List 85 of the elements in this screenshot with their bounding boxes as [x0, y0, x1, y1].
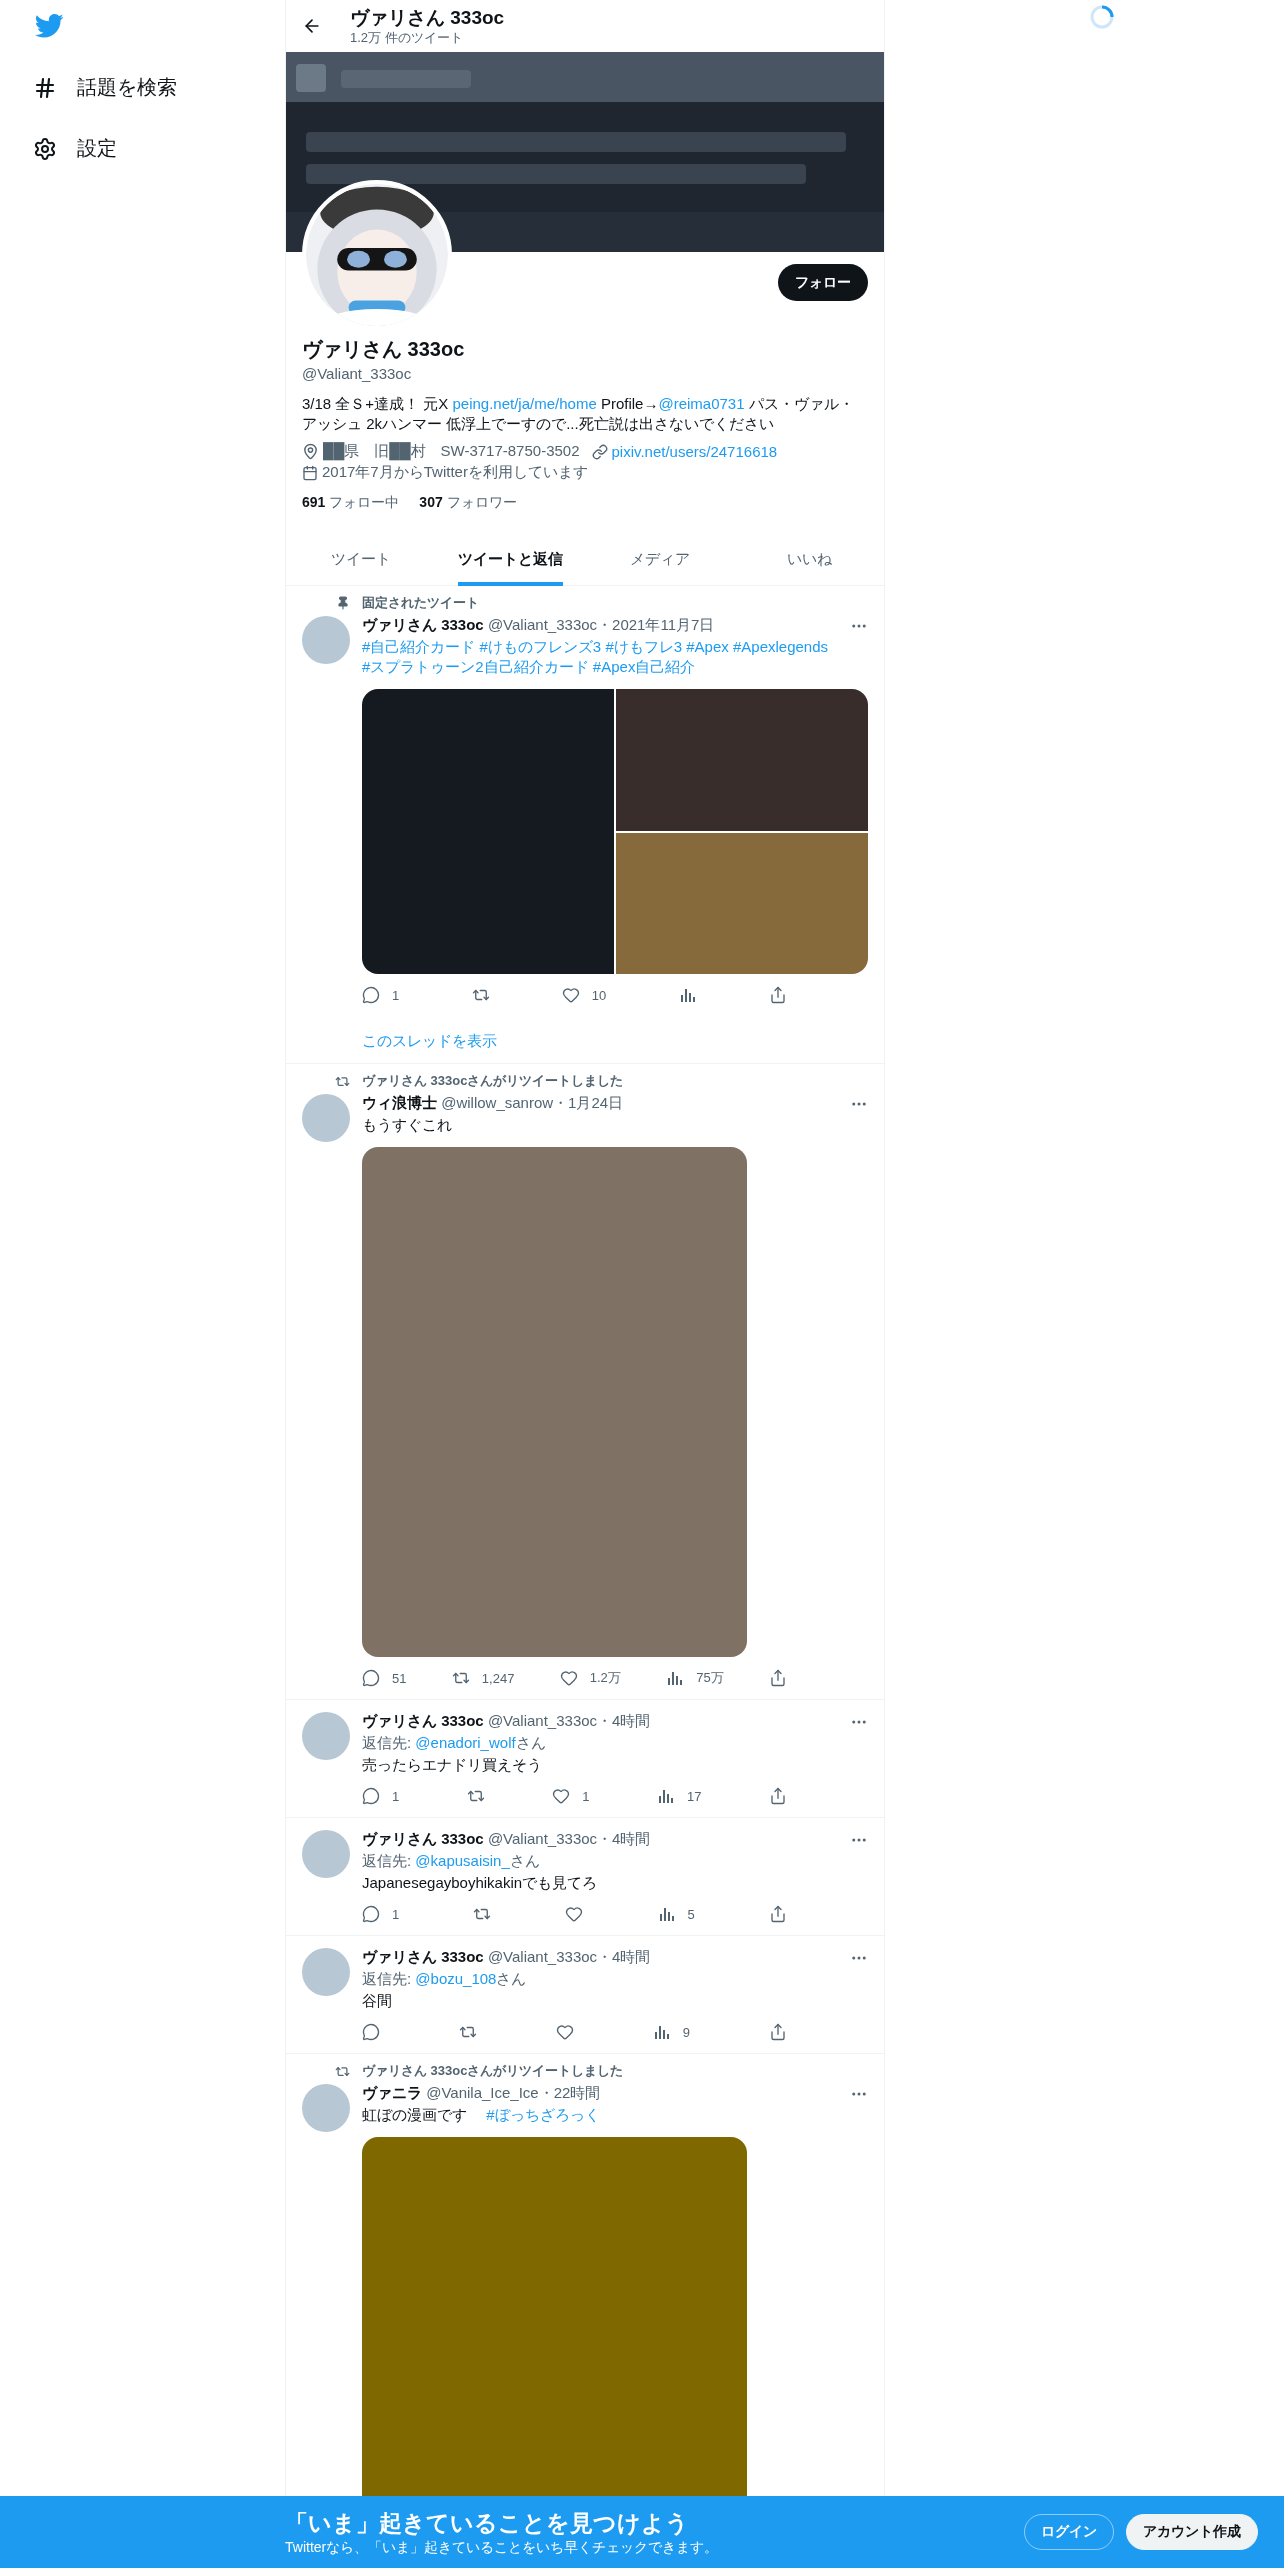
- hashtag-icon: [33, 75, 57, 100]
- tweet-text: もうすぐこれ: [362, 1115, 453, 1135]
- heart-icon: [561, 986, 580, 1004]
- reply-to: 返信先: @enadori_wolfさん: [362, 1733, 547, 1753]
- banner-subtitle: Twitterなら、「いま」起きていることをいち早くチェックできます。: [285, 2538, 720, 2557]
- tweet-text: 売ったらエナドリ買えそう: [362, 1755, 543, 1775]
- share-button[interactable]: [768, 986, 787, 1004]
- share-button[interactable]: [769, 1787, 787, 1805]
- views-button[interactable]: 75万: [666, 1669, 724, 1687]
- tweet-author[interactable]: ヴァリさん 333oc @Valiant_333oc・4時間: [362, 1712, 651, 1731]
- views-button[interactable]: 5: [657, 1905, 695, 1923]
- tweet-text: 谷間: [362, 1991, 393, 2011]
- profile-handle: @Valiant_333oc: [302, 365, 413, 382]
- tweet-count: 1.2万 件のツイート: [350, 28, 464, 47]
- reply-icon: [362, 986, 380, 1004]
- share-button[interactable]: [769, 1669, 787, 1687]
- follow-button[interactable]: フォロー: [778, 264, 868, 301]
- reply-icon: [362, 2023, 380, 2041]
- reply-button[interactable]: [362, 2023, 380, 2041]
- reply-button[interactable]: 51: [362, 1669, 407, 1687]
- reply-icon: [362, 1669, 380, 1687]
- reply-to: 返信先: @kapusaisin_さん: [362, 1851, 541, 1871]
- profile-tab[interactable]: メディア: [585, 532, 735, 585]
- views-button[interactable]: 9: [652, 2023, 691, 2041]
- tweet-text: Japanesegayboyhikakinでも見てろ: [362, 1873, 599, 1893]
- views-icon: [657, 1787, 675, 1805]
- loading-spinner: [1089, 4, 1115, 30]
- views-icon: [678, 986, 697, 1004]
- profile-name: ヴァリさん 333oc: [302, 337, 466, 362]
- join-date: 2017年7月からTwitterを利用しています: [322, 463, 588, 482]
- tweet-author[interactable]: ウィ浪博士 @willow_sanrow・1月24日: [362, 1094, 624, 1113]
- banner-title: 「いま」起きていることを見つけよう: [285, 2508, 690, 2538]
- tweet-context: ヴァリさん 333ocさんがリツイートしました: [362, 1072, 625, 1090]
- followers-count[interactable]: 307 フォロワー: [419, 494, 517, 512]
- heart-icon: [552, 1787, 571, 1805]
- share-icon: [769, 1787, 787, 1805]
- profile-tab[interactable]: ツイート: [286, 532, 436, 585]
- pin-icon: [336, 596, 350, 610]
- tweet-text: 虹ぼの漫画です #ぼっちざろっく: [362, 2105, 601, 2125]
- tweet-author[interactable]: ヴァリさん 333oc @Valiant_333oc・2021年11月7日: [362, 616, 715, 635]
- like-button[interactable]: [565, 1905, 584, 1923]
- location-icon: [302, 443, 319, 460]
- reply-button[interactable]: 1: [362, 1905, 400, 1923]
- views-button[interactable]: [678, 986, 697, 1004]
- reply-icon: [362, 1905, 380, 1923]
- share-icon: [769, 1669, 787, 1687]
- following-count[interactable]: 691 フォロー中: [302, 494, 400, 512]
- tweet-author[interactable]: ヴァリさん 333oc @Valiant_333oc・4時間: [362, 1948, 651, 1967]
- calendar-icon: [302, 464, 318, 481]
- share-icon: [769, 2023, 787, 2041]
- views-icon: [652, 2023, 671, 2041]
- link-icon: [591, 443, 608, 460]
- reply-icon: [362, 1787, 380, 1805]
- tweet-author[interactable]: ヴァニラ @Vanila_Ice_Ice・22時間: [362, 2084, 601, 2103]
- tweet-context: 固定されたツイート: [362, 594, 480, 612]
- tweet-context: ヴァリさん 333ocさんがリツイートしました: [362, 2062, 625, 2080]
- profile-tab[interactable]: いいね: [734, 532, 884, 585]
- share-button[interactable]: [768, 1905, 787, 1923]
- like-button[interactable]: 10: [561, 986, 607, 1004]
- profile-tab[interactable]: ツイートと返信: [435, 532, 585, 585]
- like-button[interactable]: [555, 2023, 574, 2041]
- share-icon: [768, 986, 787, 1004]
- reply-to: 返信先: @bozu_108さん: [362, 1969, 528, 1989]
- heart-icon: [559, 1669, 578, 1687]
- heart-icon: [565, 1905, 584, 1923]
- page-title: ヴァリさん 333oc: [350, 5, 505, 29]
- sidebar-item[interactable]: 設定: [33, 121, 117, 176]
- share-button[interactable]: [769, 2023, 787, 2041]
- reply-button[interactable]: 1: [362, 986, 400, 1004]
- heart-icon: [555, 2023, 574, 2041]
- settings-icon: [33, 136, 57, 161]
- tweet-author[interactable]: ヴァリさん 333oc @Valiant_333oc・4時間: [362, 1830, 651, 1849]
- location: ██県 旧██村 SW-3717-8750-3502: [323, 442, 580, 461]
- profile-bio: 3/18 全Ｓ+達成！ 元X peing.net/ja/me/home Profile→@reima0731 パス・ヴァル・アッシュ 2kハンマー 低浮上でーすので...死亡説は出さないでください: [302, 394, 855, 434]
- like-button[interactable]: 1.2万: [559, 1669, 621, 1687]
- retweet-button[interactable]: 1,247: [451, 1669, 515, 1687]
- like-button[interactable]: 1: [552, 1787, 590, 1805]
- share-icon: [768, 1905, 787, 1923]
- views-icon: [657, 1905, 676, 1923]
- views-button[interactable]: 17: [657, 1787, 702, 1805]
- signup-button[interactable]: アカウント作成: [1126, 2514, 1258, 2550]
- views-icon: [666, 1669, 685, 1687]
- sidebar-item[interactable]: 話題を検索: [33, 60, 177, 115]
- bird-logo-icon[interactable]: [35, 14, 64, 38]
- reply-button[interactable]: 1: [362, 1787, 400, 1805]
